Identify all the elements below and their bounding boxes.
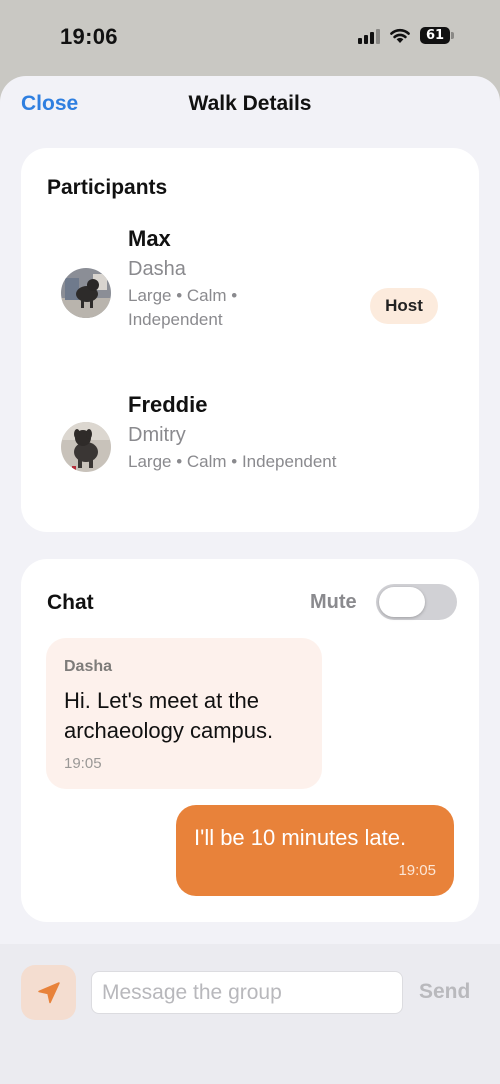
participants-card: Participants Max Dasha Large • Calm • In…: [21, 148, 479, 532]
message-input[interactable]: [91, 971, 403, 1014]
chat-title: Chat: [47, 591, 94, 614]
message-time: 19:05: [398, 862, 436, 879]
message-text: I'll be 10 minutes late.: [194, 825, 407, 850]
mute-label: Mute: [310, 591, 357, 613]
host-badge: Host: [370, 288, 438, 324]
nav-bar: Close Walk Details: [0, 76, 500, 134]
avatar: [61, 268, 111, 318]
message-text: Hi. Let's meet at the archaeology campus…: [64, 688, 274, 743]
battery-level: 61: [425, 28, 445, 43]
mute-toggle[interactable]: [376, 584, 457, 620]
send-button[interactable]: Send: [419, 980, 470, 1004]
location-arrow-icon: [37, 981, 60, 1003]
participant-name: Max: [128, 226, 171, 251]
participant-name: Freddie: [128, 392, 208, 417]
walk-details-sheet: Close Walk Details Participants Max Dash…: [0, 76, 500, 1084]
message-time: 19:05: [64, 755, 102, 772]
avatar: [61, 422, 111, 472]
participant-owner: Dmitry: [128, 424, 186, 446]
page-title: Walk Details: [188, 92, 312, 115]
participant-owner: Dasha: [128, 258, 186, 280]
share-location-button[interactable]: [21, 965, 76, 1020]
status-icons: 61: [358, 27, 454, 44]
message-bubble-outgoing: I'll be 10 minutes late. 19:05: [176, 805, 454, 896]
message-sender: Dasha: [64, 658, 113, 675]
chat-card: Chat Mute Dasha Hi. Let's meet at the ar…: [21, 559, 479, 922]
status-time: 19:06: [60, 24, 118, 49]
participant-traits: Large • Calm • Independent: [128, 452, 337, 471]
toggle-knob: [379, 587, 425, 617]
wifi-icon: [390, 28, 410, 43]
participants-title: Participants: [47, 176, 168, 199]
status-bar: 19:06 61: [0, 0, 500, 76]
signal-icon: [358, 28, 380, 44]
participant-traits: Large • Calm • Independent: [128, 286, 238, 329]
composer-bar: Send: [0, 944, 500, 1084]
battery-icon: 61: [420, 27, 454, 44]
message-bubble-incoming: Dasha Hi. Let's meet at the archaeology …: [46, 638, 322, 789]
